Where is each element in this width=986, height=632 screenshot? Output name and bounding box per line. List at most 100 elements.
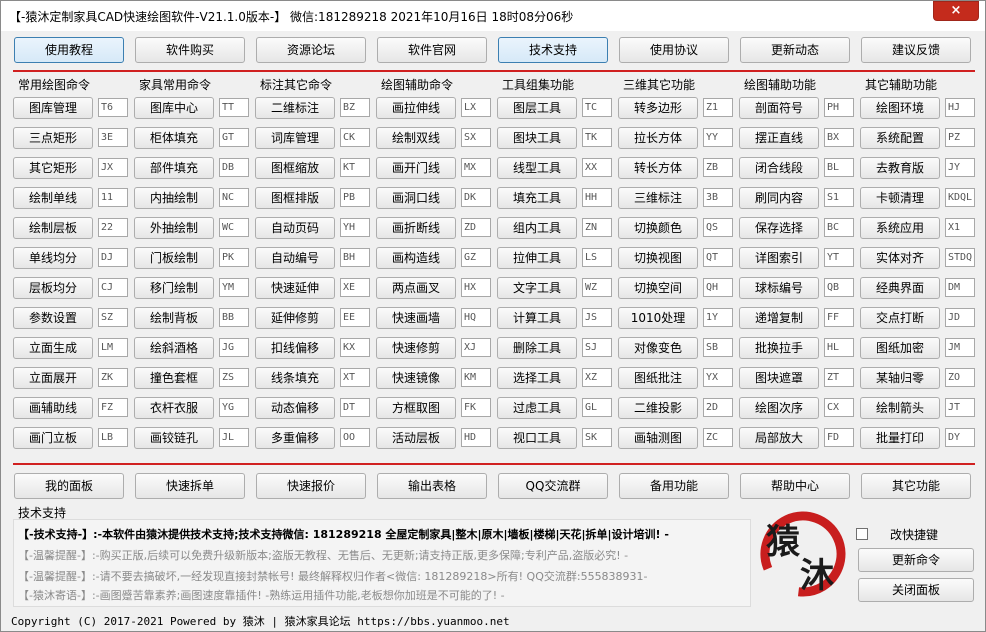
shortcut-field[interactable]: HQ xyxy=(461,308,491,327)
shortcut-field[interactable]: BB xyxy=(219,308,249,327)
shortcut-field[interactable]: HD xyxy=(461,428,491,447)
command-button[interactable]: 柜体填充 xyxy=(134,127,214,149)
command-button[interactable]: 保存选择 xyxy=(739,217,819,239)
command-button[interactable]: 批量打印 xyxy=(860,427,940,449)
close-panel-button[interactable]: 关闭面板 xyxy=(858,578,974,602)
command-button[interactable]: 画构造线 xyxy=(376,247,456,269)
shortcut-field[interactable]: HH xyxy=(582,188,612,207)
update-commands-button[interactable]: 更新命令 xyxy=(858,548,974,572)
command-button[interactable]: 绘图环境 xyxy=(860,97,940,119)
command-button[interactable]: 扣线偏移 xyxy=(255,337,335,359)
shortcut-field[interactable]: TC xyxy=(582,98,612,117)
command-button[interactable]: 某轴归零 xyxy=(860,367,940,389)
top-button-1[interactable]: 软件购买 xyxy=(135,37,245,63)
command-button[interactable]: 过虑工具 xyxy=(497,397,577,419)
command-button[interactable]: 自动页码 xyxy=(255,217,335,239)
command-button[interactable]: 外抽绘制 xyxy=(134,217,214,239)
shortcut-field[interactable]: EE xyxy=(340,308,370,327)
shortcut-field[interactable]: BC xyxy=(824,218,854,237)
shortcut-field[interactable]: 3E xyxy=(98,128,128,147)
command-button[interactable]: 移门绘制 xyxy=(134,277,214,299)
shortcut-field[interactable]: JY xyxy=(945,158,975,177)
command-button[interactable]: 三维标注 xyxy=(618,187,698,209)
command-button[interactable]: 图块工具 xyxy=(497,127,577,149)
shortcut-field[interactable]: DY xyxy=(945,428,975,447)
command-button[interactable]: 立面生成 xyxy=(13,337,93,359)
shortcut-field[interactable]: S1 xyxy=(824,188,854,207)
command-button[interactable]: 词库管理 xyxy=(255,127,335,149)
shortcut-field[interactable]: PZ xyxy=(945,128,975,147)
shortcut-field[interactable]: BX xyxy=(824,128,854,147)
top-button-3[interactable]: 软件官网 xyxy=(377,37,487,63)
command-button[interactable]: 绘斜酒格 xyxy=(134,337,214,359)
shortcut-field[interactable]: XJ xyxy=(461,338,491,357)
shortcut-field[interactable]: FK xyxy=(461,398,491,417)
command-button[interactable]: 画门立板 xyxy=(13,427,93,449)
close-button[interactable]: × xyxy=(933,1,979,21)
shortcut-field[interactable]: MX xyxy=(461,158,491,177)
shortcut-field[interactable]: T6 xyxy=(98,98,128,117)
command-button[interactable]: 参数设置 xyxy=(13,307,93,329)
shortcut-field[interactable]: KT xyxy=(340,158,370,177)
shortcut-field[interactable]: DM xyxy=(945,278,975,297)
command-button[interactable]: 拉长方体 xyxy=(618,127,698,149)
shortcut-field[interactable]: TK xyxy=(582,128,612,147)
shortcut-field[interactable]: JD xyxy=(945,308,975,327)
shortcut-field[interactable]: DK xyxy=(461,188,491,207)
command-button[interactable]: 图块遮罩 xyxy=(739,367,819,389)
command-button[interactable]: 快速延伸 xyxy=(255,277,335,299)
shortcut-field[interactable]: OO xyxy=(340,428,370,447)
shortcut-field[interactable]: XT xyxy=(340,368,370,387)
command-button[interactable]: 切换颜色 xyxy=(618,217,698,239)
shortcut-field[interactable]: KDQL xyxy=(945,188,975,207)
shortcut-field[interactable]: HX xyxy=(461,278,491,297)
shortcut-field[interactable]: Z1 xyxy=(703,98,733,117)
shortcut-field[interactable]: WC xyxy=(219,218,249,237)
command-button[interactable]: 快速画墙 xyxy=(376,307,456,329)
shortcut-field[interactable]: 11 xyxy=(98,188,128,207)
command-button[interactable]: 方框取图 xyxy=(376,397,456,419)
shortcut-field[interactable]: QT xyxy=(703,248,733,267)
bottom-button-3[interactable]: 输出表格 xyxy=(377,473,487,499)
command-button[interactable]: 闭合线段 xyxy=(739,157,819,179)
command-button[interactable]: 快速镜像 xyxy=(376,367,456,389)
command-button[interactable]: 衣杆衣服 xyxy=(134,397,214,419)
shortcut-field[interactable]: LB xyxy=(98,428,128,447)
shortcut-field[interactable]: SZ xyxy=(98,308,128,327)
shortcut-field[interactable]: QH xyxy=(703,278,733,297)
shortcut-field[interactable]: GT xyxy=(219,128,249,147)
shortcut-field[interactable]: PB xyxy=(340,188,370,207)
command-button[interactable]: 立面展开 xyxy=(13,367,93,389)
shortcut-field[interactable]: HL xyxy=(824,338,854,357)
shortcut-field[interactable]: WZ xyxy=(582,278,612,297)
command-button[interactable]: 三点矩形 xyxy=(13,127,93,149)
top-button-0[interactable]: 使用教程 xyxy=(14,37,124,63)
shortcut-field[interactable]: YT xyxy=(824,248,854,267)
shortcut-field[interactable]: HJ xyxy=(945,98,975,117)
bottom-button-0[interactable]: 我的面板 xyxy=(14,473,124,499)
command-button[interactable]: 画开门线 xyxy=(376,157,456,179)
shortcut-field[interactable]: XX xyxy=(582,158,612,177)
shortcut-field[interactable]: 1Y xyxy=(703,308,733,327)
command-button[interactable]: 二维投影 xyxy=(618,397,698,419)
bottom-button-1[interactable]: 快速拆单 xyxy=(135,473,245,499)
command-button[interactable]: 其它矩形 xyxy=(13,157,93,179)
shortcut-field[interactable]: SB xyxy=(703,338,733,357)
command-button[interactable]: 交点打断 xyxy=(860,307,940,329)
command-button[interactable]: 画铰链孔 xyxy=(134,427,214,449)
bottom-button-4[interactable]: QQ交流群 xyxy=(498,473,608,499)
bottom-button-6[interactable]: 帮助中心 xyxy=(740,473,850,499)
shortcut-field[interactable]: X1 xyxy=(945,218,975,237)
shortcut-field[interactable]: LX xyxy=(461,98,491,117)
shortcut-field[interactable]: QS xyxy=(703,218,733,237)
shortcut-field[interactable]: 22 xyxy=(98,218,128,237)
shortcut-field[interactable]: ZC xyxy=(703,428,733,447)
command-button[interactable]: 门板绘制 xyxy=(134,247,214,269)
shortcut-field[interactable]: LM xyxy=(98,338,128,357)
command-button[interactable]: 动态偏移 xyxy=(255,397,335,419)
command-button[interactable]: 多重偏移 xyxy=(255,427,335,449)
command-button[interactable]: 部件填充 xyxy=(134,157,214,179)
command-button[interactable]: 线条填充 xyxy=(255,367,335,389)
shortcut-field[interactable]: JS xyxy=(582,308,612,327)
shortcut-field[interactable]: JG xyxy=(219,338,249,357)
